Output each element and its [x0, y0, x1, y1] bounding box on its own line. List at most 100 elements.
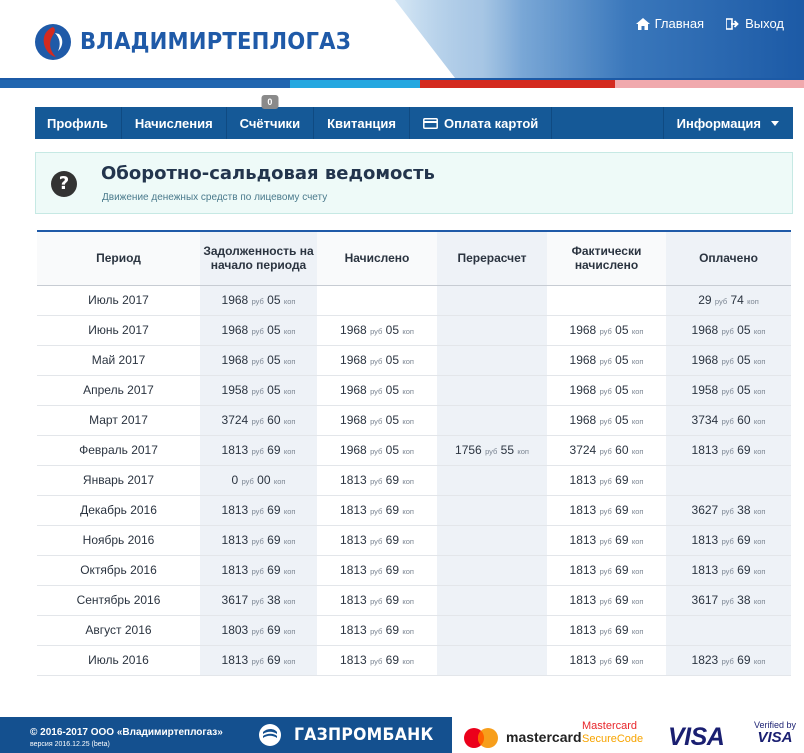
caret-down-icon — [771, 120, 779, 126]
nav-item-card-payment[interactable]: Оплата картой — [410, 107, 553, 139]
unit-kop: коп — [631, 627, 644, 636]
amount-rub: 1813 — [569, 503, 597, 517]
cell-paid: 1958 руб 05 коп — [666, 375, 791, 406]
nav-item-information[interactable]: Информация — [662, 107, 793, 139]
unit-rub: руб — [485, 447, 498, 456]
table-body: Июль 2017 1968 руб 05 коп 29 руб 74 коп Июн… — [37, 285, 791, 676]
unit-rub: руб — [599, 477, 612, 486]
nav-item-charges[interactable]: Начисления — [122, 107, 227, 139]
cell-opening-debt: 1813 руб 69 коп — [200, 435, 317, 466]
home-link-label: Главная — [654, 16, 705, 31]
nav-item-meters[interactable]: 0 Счётчики — [227, 95, 315, 139]
unit-rub: руб — [599, 597, 612, 606]
unit-kop: коп — [402, 567, 414, 576]
unit-rub: руб — [251, 597, 264, 606]
meters-count-badge: 0 — [261, 95, 279, 109]
amount-kop: 38 — [267, 593, 281, 607]
unit-rub: руб — [721, 327, 734, 336]
unit-rub: руб — [251, 627, 264, 636]
cell-charged: 1813 руб 69 коп — [317, 495, 437, 526]
unit-rub: руб — [599, 327, 612, 336]
unit-rub: руб — [721, 537, 734, 546]
unit-rub: руб — [599, 537, 612, 546]
amount-kop: 69 — [385, 563, 399, 577]
unit-kop: коп — [402, 477, 414, 486]
unit-rub: руб — [599, 447, 612, 456]
amount-kop: 69 — [615, 563, 629, 577]
logout-link[interactable]: Выход — [726, 16, 784, 31]
cell-paid: 1813 руб 69 коп — [666, 435, 791, 466]
unit-rub: руб — [370, 447, 383, 456]
amount-rub: 1823 — [691, 653, 719, 667]
amount-kop: 38 — [737, 593, 751, 607]
unit-rub: руб — [599, 417, 612, 426]
verified-visa-text: VISA — [757, 729, 793, 746]
amount-rub: 1813 — [691, 563, 719, 577]
logo-text: ВЛАДИМИРТЕПЛОГАЗ — [80, 29, 351, 55]
amount-rub: 1813 — [691, 533, 719, 547]
cell-period: Август 2016 — [37, 615, 200, 646]
amount-kop: 05 — [615, 353, 629, 367]
amount-kop: 05 — [385, 353, 399, 367]
column-header-period: Период — [37, 230, 200, 286]
amount-kop: 00 — [257, 473, 271, 487]
amount-rub: 3617 — [221, 593, 249, 607]
mastercard-securecode-line1: Mastercard — [582, 720, 638, 732]
cell-period: Март 2017 — [37, 405, 200, 436]
cell-recalculation — [437, 375, 547, 406]
cell-opening-debt: 1958 руб 05 коп — [200, 375, 317, 406]
cell-period: Май 2017 — [37, 345, 200, 376]
cell-actual-charged: 1968 руб 05 коп — [547, 405, 666, 436]
cell-opening-debt: 1968 руб 05 коп — [200, 285, 317, 316]
cell-actual-charged: 3724 руб 60 коп — [547, 435, 666, 466]
amount-rub: 1968 — [569, 413, 597, 427]
table-row: Январь 2017 0 руб 00 коп 1813 руб 69 коп 18… — [37, 465, 791, 496]
amount-rub: 1813 — [569, 593, 597, 607]
logo[interactable]: ВЛАДИМИРТЕПЛОГАЗ — [34, 22, 374, 62]
nav-item-receipt[interactable]: Квитанция — [314, 107, 410, 139]
unit-kop: коп — [753, 387, 766, 396]
cell-recalculation — [437, 285, 547, 316]
cell-charged: 1813 руб 69 коп — [317, 555, 437, 586]
table-row: Июнь 2017 1968 руб 05 коп 1968 руб 05 коп 1… — [37, 315, 791, 346]
unit-rub: руб — [241, 477, 254, 486]
amount-kop: 69 — [267, 443, 281, 457]
verified-by-visa-logo: Verified by VISA — [752, 720, 798, 745]
unit-rub: руб — [721, 417, 734, 426]
column-header-charged: Начислено — [317, 230, 437, 286]
cell-paid: 3627 руб 38 коп — [666, 495, 791, 526]
table-row: Июль 2017 1968 руб 05 коп 29 руб 74 коп — [37, 285, 791, 316]
amount-rub: 1813 — [569, 623, 597, 637]
amount-kop: 69 — [385, 623, 399, 637]
unit-kop: коп — [517, 447, 529, 456]
cell-period: Сентябрь 2016 — [37, 585, 200, 616]
amount-rub: 3724 — [569, 443, 597, 457]
table-row: Май 2017 1968 руб 05 коп 1968 руб 05 коп 19… — [37, 345, 791, 376]
amount-rub: 1958 — [221, 383, 249, 397]
cell-charged: 1968 руб 05 коп — [317, 435, 437, 466]
unit-rub: руб — [370, 387, 383, 396]
unit-kop: коп — [631, 417, 644, 426]
cell-actual-charged: 1813 руб 69 коп — [547, 495, 666, 526]
unit-rub: руб — [370, 537, 383, 546]
amount-kop: 69 — [615, 533, 629, 547]
copyright-text: © 2016-2017 ООО «Владимиртеплогаз» — [30, 727, 223, 738]
amount-rub: 1813 — [221, 653, 249, 667]
amount-rub: 1968 — [340, 323, 367, 337]
cell-opening-debt: 0 руб 00 коп — [200, 465, 317, 496]
cell-opening-debt: 1968 руб 05 коп — [200, 345, 317, 376]
cell-opening-debt: 1813 руб 69 коп — [200, 525, 317, 556]
nav-item-profile[interactable]: Профиль — [35, 107, 122, 139]
amount-kop: 05 — [385, 383, 399, 397]
home-link[interactable]: Главная — [635, 16, 705, 31]
amount-kop: 55 — [500, 443, 514, 457]
cell-opening-debt: 1968 руб 05 коп — [200, 315, 317, 346]
unit-rub: руб — [370, 657, 383, 666]
unit-rub: руб — [251, 297, 264, 306]
amount-kop: 05 — [385, 323, 399, 337]
amount-rub: 1813 — [340, 503, 367, 517]
cell-period: Январь 2017 — [37, 465, 200, 496]
cell-period: Апрель 2017 — [37, 375, 200, 406]
version-text: версия 2016.12.25 (beta) — [30, 741, 110, 748]
